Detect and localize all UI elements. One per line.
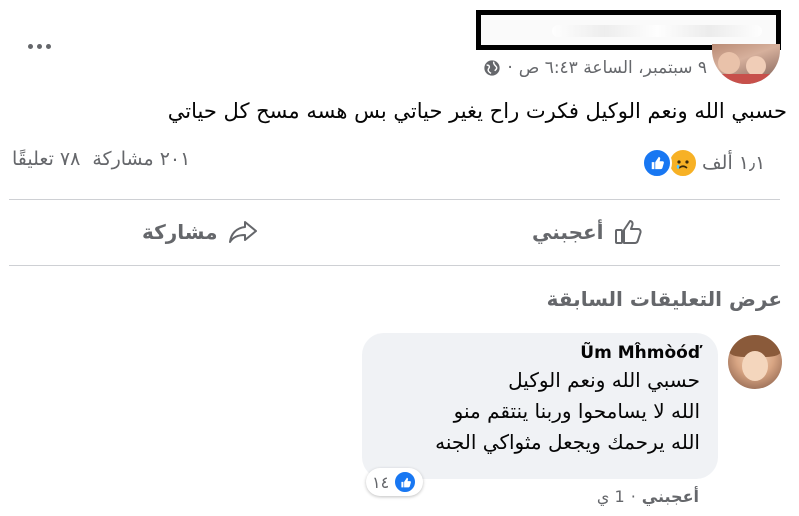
comment-timestamp[interactable]: 1 ي — [597, 487, 625, 506]
reaction-count: ١٫١ ألف — [702, 152, 766, 174]
share-button[interactable]: مشاركة — [142, 214, 258, 250]
divider — [9, 265, 780, 266]
share-arrow-icon — [228, 221, 257, 243]
reaction-summary[interactable]: ١٫١ ألف — [642, 148, 771, 178]
post-author-avatar[interactable] — [712, 44, 780, 84]
comment-text-line: الله يرحمك ويجعل مثواكي الجنه — [435, 430, 700, 454]
view-previous-comments-link[interactable]: عرض التعليقات السابقة — [547, 287, 782, 311]
like-button[interactable]: أعجبني — [532, 214, 644, 250]
comment-actions: أعجبني · 1 ي — [597, 487, 699, 506]
comment-text-line: الله لا يسامحوا وربنا ينتقم منو — [453, 399, 700, 423]
post-meta: ٩ سبتمبر، الساعة ٦:٤٣ ص · — [483, 58, 707, 78]
like-icon — [393, 470, 418, 494]
sad-icon — [668, 148, 698, 178]
share-button-label: مشاركة — [142, 220, 218, 244]
comment-like-link[interactable]: أعجبني — [642, 487, 699, 506]
like-button-label: أعجبني — [532, 220, 604, 244]
like-icon — [642, 148, 672, 178]
comments-count[interactable]: ٧٨ تعليقًا — [12, 148, 80, 170]
shares-count[interactable]: ٢٠١ مشاركة — [92, 148, 190, 170]
post-body-text: حسبي الله ونعم الوكيل فكرت راح يغير حيات… — [167, 99, 787, 123]
more-options-icon[interactable] — [24, 36, 54, 56]
divider — [9, 199, 780, 200]
post-stats: ٢٠١ مشاركة ٧٨ تعليقًا — [12, 148, 190, 170]
comment-reaction-badge[interactable]: ١٤ — [366, 468, 424, 496]
commenter-avatar[interactable] — [728, 335, 782, 389]
meta-separator: · — [507, 58, 513, 78]
post-timestamp[interactable]: ٩ سبتمبر، الساعة ٦:٤٣ ص — [519, 58, 707, 78]
comment-actions-separator: · — [630, 487, 636, 506]
globe-icon — [484, 60, 500, 76]
comment-text-line: حسبي الله ونعم الوكيل — [508, 368, 700, 392]
thumbs-up-icon — [614, 220, 642, 244]
comment-reaction-count: ١٤ — [372, 472, 390, 492]
comment-bubble: Ũm Mĥmòóď حسبي الله ونعم الوكيل الله لا … — [362, 333, 718, 479]
comment-author-name[interactable]: Ũm Mĥmòóď — [380, 343, 700, 363]
